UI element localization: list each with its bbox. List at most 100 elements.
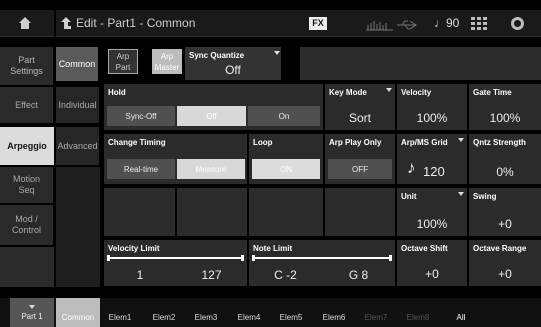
change-timing-option-real-time[interactable]: Real-time	[107, 159, 175, 179]
arp-part-button[interactable]: Arp Part	[108, 49, 138, 74]
octave-range-label: Octave Range	[473, 244, 527, 253]
tab-elem6[interactable]: Elem6	[318, 308, 350, 327]
key-mode-label: Key Mode	[329, 88, 367, 97]
arp-master-button[interactable]: Arp Master	[152, 49, 182, 74]
tempo-note-icon: ♩	[434, 16, 446, 30]
unit-label: Unit	[401, 192, 417, 201]
page-title: Edit - Part1 - Common	[76, 16, 196, 30]
tab-arpeggio[interactable]: Arpeggio	[0, 127, 54, 165]
range-bar	[253, 257, 391, 259]
tab-elem2[interactable]: Elem2	[148, 308, 180, 327]
eighth-note-icon: ♪	[407, 158, 416, 177]
velocity-limit-high: 127	[201, 268, 222, 282]
velocity-limit-field[interactable]: Velocity Limit 1 127	[104, 240, 247, 286]
empty-slot	[249, 188, 323, 236]
hold-label: Hold	[108, 88, 126, 97]
range-bar	[108, 257, 243, 259]
settings-gear-icon[interactable]	[510, 16, 525, 31]
range-handle-high[interactable]	[389, 255, 392, 261]
tab-motion-seq[interactable]: Motion Seq	[0, 167, 54, 203]
range-handle-low[interactable]	[107, 255, 110, 261]
note-limit-high: G 8	[348, 268, 369, 282]
grid-icon[interactable]	[471, 17, 487, 30]
octave-shift-label: Octave Shift	[401, 244, 448, 253]
note-limit-field[interactable]: Note Limit C -2 G 8	[249, 240, 395, 286]
dropdown-arrow-icon	[29, 304, 35, 309]
key-mode-value: Sort	[348, 111, 371, 125]
tab-elem7[interactable]: Elem7	[360, 308, 392, 327]
note-limit-low: C -2	[274, 268, 297, 282]
loop-toggle[interactable]: ON	[252, 159, 320, 179]
callout-line	[54, 0, 56, 47]
unit-value: 100%	[416, 217, 448, 231]
tab-common-bottom[interactable]: Common	[56, 298, 100, 327]
sync-quantize-field[interactable]: Sync Quantize Off	[185, 47, 281, 80]
tab-common[interactable]: Common	[56, 47, 98, 81]
loop-label: Loop	[253, 138, 273, 147]
tab-advanced[interactable]: Advanced	[56, 127, 100, 165]
home-icon[interactable]	[18, 16, 32, 30]
swing-field[interactable]: Swing +0	[469, 188, 541, 236]
arp-play-only-label: Arp Play Only	[329, 138, 382, 147]
tab-all[interactable]: All	[446, 308, 476, 327]
hold-option-off[interactable]: Off	[177, 106, 246, 126]
arp-ms-grid-label: Arp/MS Grid	[401, 138, 448, 147]
empty-slot	[325, 188, 395, 236]
left-empty-slot	[56, 167, 100, 287]
dropdown-arrow-icon	[458, 138, 464, 142]
octave-range-field[interactable]: Octave Range +0	[469, 240, 541, 286]
hold-option-sync-off[interactable]: Sync-Off	[107, 106, 175, 126]
tab-elem4[interactable]: Elem4	[233, 308, 265, 327]
arp-ms-grid-field[interactable]: Arp/MS Grid ♪ 120	[397, 134, 467, 184]
swing-value: +0	[498, 217, 512, 231]
velocity-limit-label: Velocity Limit	[108, 244, 160, 253]
range-handle-high[interactable]	[241, 255, 244, 261]
gate-time-label: Gate Time	[473, 88, 512, 97]
velocity-field[interactable]: Velocity 100%	[397, 84, 467, 130]
sync-quantize-label: Sync Quantize	[189, 51, 245, 60]
tab-elem3[interactable]: Elem3	[190, 308, 222, 327]
empty-slot	[177, 188, 247, 236]
octave-shift-field[interactable]: Octave Shift +0	[397, 240, 467, 286]
tab-elem1[interactable]: Elem1	[104, 308, 136, 327]
sync-quantize-value: Off	[225, 63, 241, 77]
note-limit-label: Note Limit	[253, 244, 293, 253]
tab-part-1[interactable]: Part 1	[10, 298, 54, 327]
tab-elem8[interactable]: Elem8	[402, 308, 434, 327]
tab-part-settings[interactable]: Part Settings	[0, 47, 54, 85]
unit-field[interactable]: Unit 100%	[397, 188, 467, 236]
range-handle-low[interactable]	[252, 255, 255, 261]
octave-range-value: +0	[498, 267, 512, 281]
velocity-label: Velocity	[401, 88, 432, 97]
dropdown-arrow-icon	[386, 88, 392, 92]
fx-badge[interactable]: FX	[309, 17, 327, 30]
screen: Edit - Part1 - Common FX ♩ 90 Part Setti…	[0, 0, 541, 327]
usb-icon	[396, 18, 418, 30]
velocity-value: 100%	[416, 111, 448, 125]
tab-elem5[interactable]: Elem5	[275, 308, 307, 327]
arp-play-only-toggle[interactable]: OFF	[328, 159, 392, 179]
gate-time-field[interactable]: Gate Time 100%	[469, 84, 541, 130]
top-bar: Edit - Part1 - Common FX ♩ 90	[0, 10, 541, 37]
header-panel	[300, 47, 541, 80]
audio-level-icon	[366, 18, 394, 31]
tab-effect[interactable]: Effect	[0, 87, 54, 123]
back-arrow-icon[interactable]	[60, 16, 72, 30]
part-1-label: Part 1	[21, 311, 43, 321]
hold-option-on[interactable]: On	[248, 106, 320, 126]
tab-individual[interactable]: Individual	[56, 87, 100, 123]
dropdown-arrow-icon	[458, 192, 464, 196]
key-mode-field[interactable]: Key Mode Sort	[325, 84, 395, 130]
octave-shift-value: +0	[425, 267, 439, 281]
tempo-value[interactable]: 90	[446, 10, 459, 37]
qntz-strength-label: Qntz Strength	[473, 138, 526, 147]
velocity-limit-low: 1	[136, 268, 144, 282]
arp-ms-grid-value: 120	[423, 164, 445, 179]
gate-time-value: 100%	[489, 111, 521, 125]
qntz-strength-value: 0%	[496, 165, 514, 179]
change-timing-label: Change Timing	[108, 138, 166, 147]
swing-label: Swing	[473, 192, 497, 201]
change-timing-option-measure[interactable]: Measure	[177, 159, 245, 179]
qntz-strength-field[interactable]: Qntz Strength 0%	[469, 134, 541, 184]
tab-mod-control[interactable]: Mod / Control	[0, 205, 54, 245]
